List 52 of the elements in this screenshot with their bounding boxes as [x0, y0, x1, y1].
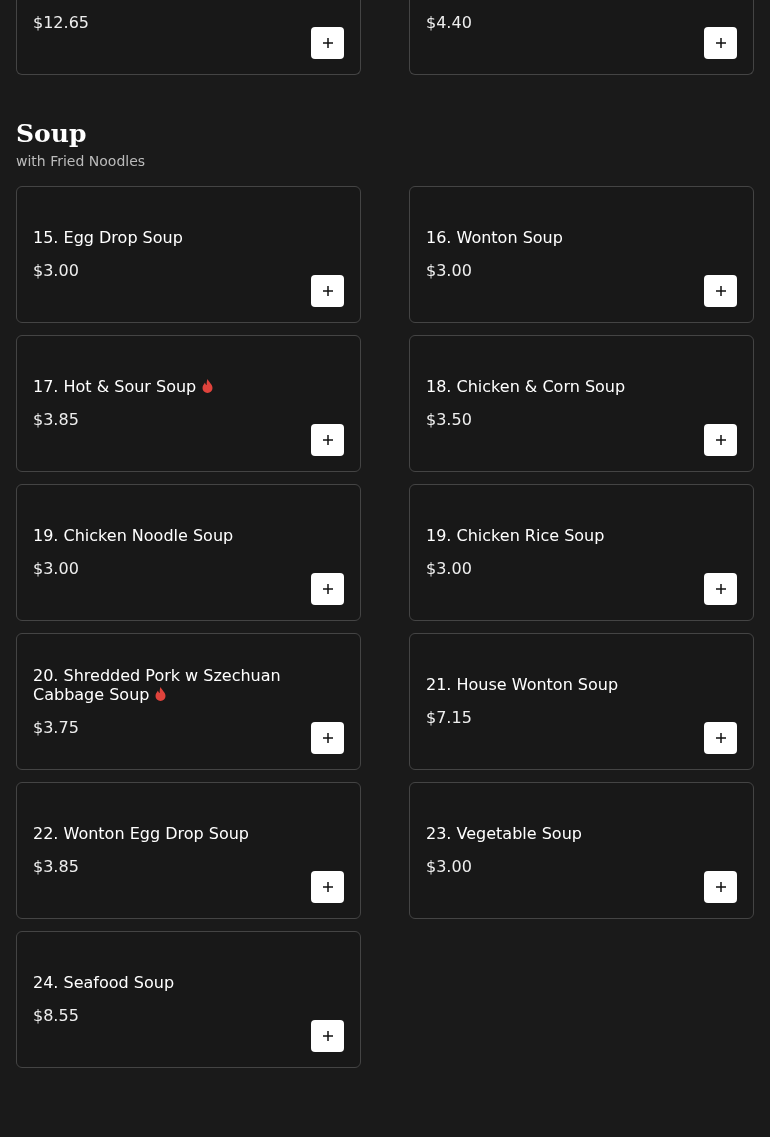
- item-name: 21. House Wonton Soup: [426, 675, 620, 694]
- add-button[interactable]: [311, 27, 344, 59]
- plus-icon: [322, 38, 333, 48]
- item-price: $3.00: [426, 857, 473, 876]
- add-button[interactable]: [311, 573, 344, 605]
- item-name: 23. Vegetable Soup: [426, 824, 583, 843]
- plus-icon: [322, 584, 333, 594]
- plus-icon: [322, 882, 333, 892]
- add-button[interactable]: [704, 27, 737, 59]
- item-name: 22. Wonton Egg Drop Soup: [33, 824, 250, 843]
- item-price: $3.85: [33, 857, 80, 876]
- item-price: $7.15: [426, 708, 473, 727]
- section-title: Soup: [16, 119, 88, 149]
- item-price: $3.00: [426, 261, 473, 280]
- item-price: $3.00: [426, 559, 473, 578]
- plus-icon: [715, 882, 726, 892]
- item-price: $3.75: [33, 717, 80, 737]
- add-button[interactable]: [704, 573, 737, 605]
- plus-icon: [715, 38, 726, 48]
- plus-icon: [715, 435, 726, 445]
- item-price: $4.40: [426, 13, 473, 32]
- add-button[interactable]: [704, 871, 737, 903]
- item-name: 17. Hot & Sour Soup: [33, 377, 311, 396]
- plus-icon: [715, 733, 726, 743]
- plus-icon: [322, 1031, 333, 1041]
- item-name: 19. Chicken Noodle Soup: [33, 526, 235, 545]
- item-price: $8.55: [33, 1006, 80, 1025]
- item-name: 24. Seafood Soup: [33, 973, 176, 992]
- plus-icon: [322, 435, 333, 445]
- add-button[interactable]: [704, 424, 737, 456]
- add-button[interactable]: [704, 275, 737, 307]
- item-price: $3.00: [33, 559, 80, 578]
- add-button[interactable]: [311, 871, 344, 903]
- item-name: 15. Egg Drop Soup: [33, 228, 184, 247]
- add-button[interactable]: [311, 1020, 344, 1052]
- item-price: $3.50: [426, 410, 473, 429]
- plus-icon: [715, 584, 726, 594]
- plus-icon: [715, 286, 726, 296]
- item-price: $12.65: [33, 13, 90, 32]
- add-button[interactable]: [311, 722, 344, 754]
- item-name: 18. Chicken & Corn Soup: [426, 377, 627, 396]
- item-price: $3.00: [33, 261, 80, 280]
- item-name: 20. Shredded Pork w Szechuan Cabbage Soup: [33, 665, 282, 704]
- add-button[interactable]: [704, 722, 737, 754]
- item-name: 19. Chicken Rice Soup: [426, 526, 606, 545]
- add-button[interactable]: [311, 424, 344, 456]
- item-name: 16. Wonton Soup: [426, 228, 564, 247]
- item-price: $3.85: [33, 410, 80, 429]
- section-subtitle: with Fried Noodles: [16, 153, 147, 169]
- plus-icon: [322, 286, 333, 296]
- plus-icon: [322, 733, 333, 743]
- add-button[interactable]: [311, 275, 344, 307]
